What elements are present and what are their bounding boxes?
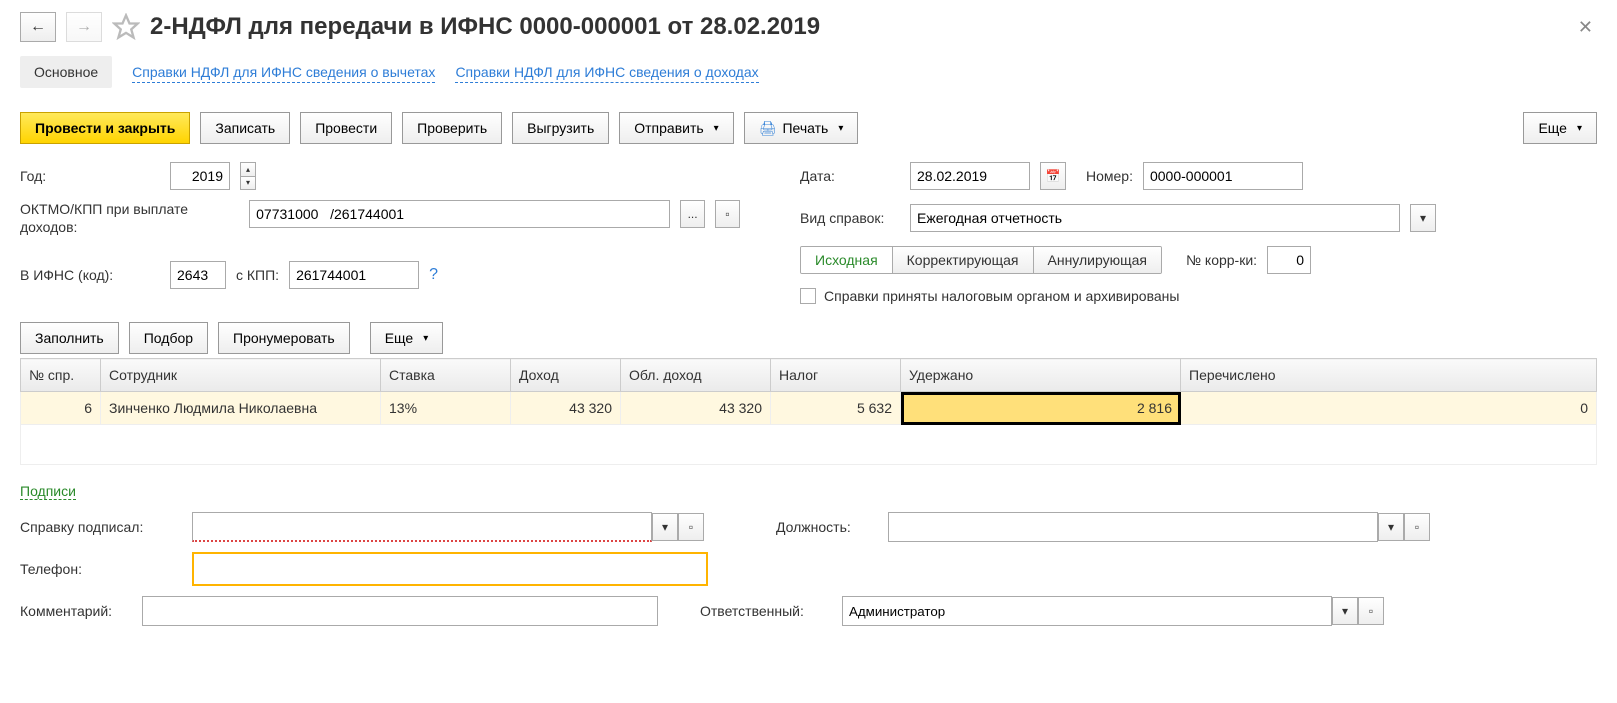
printer-icon: 🖨	[759, 120, 777, 137]
ifns-label: В ИФНС (код):	[20, 267, 160, 283]
check-button[interactable]: Проверить	[402, 112, 502, 144]
record-button[interactable]: Записать	[200, 112, 290, 144]
date-label: Дата:	[800, 168, 900, 184]
responsible-input[interactable]	[842, 596, 1332, 626]
signed-by-dropdown[interactable]: ▾	[652, 513, 678, 541]
signed-by-input[interactable]	[192, 512, 652, 542]
col-rate[interactable]: Ставка	[381, 359, 511, 392]
post-and-close-button[interactable]: Провести и закрыть	[20, 112, 190, 144]
oktmo-open-button[interactable]: ▫	[715, 200, 740, 228]
number-input[interactable]	[1143, 162, 1303, 190]
table-row[interactable]: 6 Зинченко Людмила Николаевна 13% 43 320…	[21, 392, 1597, 425]
oktmo-input[interactable]	[249, 200, 670, 228]
col-tax-income[interactable]: Обл. доход	[621, 359, 771, 392]
pick-button[interactable]: Подбор	[129, 322, 208, 354]
cell-employee[interactable]: Зинченко Людмила Николаевна	[101, 392, 381, 425]
forward-button[interactable]: →	[66, 12, 102, 42]
back-button[interactable]: ←	[20, 12, 56, 42]
responsible-dropdown[interactable]: ▾	[1332, 597, 1358, 625]
table-more-button[interactable]: Еще	[370, 322, 444, 354]
position-label: Должность:	[776, 519, 876, 535]
type-label: Вид справок:	[800, 210, 900, 226]
corr-label: № корр-ки:	[1186, 252, 1257, 268]
cell-income[interactable]: 43 320	[511, 392, 621, 425]
number-label: Номер:	[1086, 168, 1133, 184]
position-dropdown[interactable]: ▾	[1378, 513, 1404, 541]
kpp-input[interactable]	[289, 261, 419, 289]
print-button[interactable]: 🖨Печать	[744, 112, 859, 144]
cell-tax[interactable]: 5 632	[771, 392, 901, 425]
toggle-cancelling[interactable]: Аннулирующая	[1034, 247, 1162, 273]
responsible-label: Ответственный:	[700, 603, 830, 619]
report-type-toggle: Исходная Корректирующая Аннулирующая	[800, 246, 1162, 274]
help-icon[interactable]: ?	[429, 266, 438, 284]
type-dropdown-button[interactable]: ▾	[1410, 204, 1436, 232]
toggle-source[interactable]: Исходная	[801, 247, 893, 273]
tab-deductions-link[interactable]: Справки НДФЛ для ИФНС сведения о вычетах	[132, 62, 435, 83]
toggle-correcting[interactable]: Корректирующая	[893, 247, 1034, 273]
type-input[interactable]	[910, 204, 1400, 232]
cell-transferred[interactable]: 0	[1181, 392, 1597, 425]
tab-main[interactable]: Основное	[20, 56, 112, 88]
col-num[interactable]: № спр.	[21, 359, 101, 392]
send-button[interactable]: Отправить	[619, 112, 733, 144]
col-tax[interactable]: Налог	[771, 359, 901, 392]
corr-input[interactable]	[1267, 246, 1311, 274]
signatures-link[interactable]: Подписи	[20, 483, 76, 500]
ifns-input[interactable]	[170, 261, 226, 289]
comment-input[interactable]	[142, 596, 658, 626]
close-icon[interactable]: ✕	[1574, 13, 1597, 42]
comment-label: Комментарий:	[20, 603, 130, 619]
oktmo-label: ОКТМО/КПП при выплате доходов:	[20, 200, 239, 236]
archived-checkbox[interactable]	[800, 288, 816, 304]
fill-button[interactable]: Заполнить	[20, 322, 119, 354]
employees-table: № спр. Сотрудник Ставка Доход Обл. доход…	[20, 358, 1597, 465]
tab-income-link[interactable]: Справки НДФЛ для ИФНС сведения о доходах	[455, 62, 758, 83]
year-input[interactable]	[170, 162, 230, 190]
cell-tax-income[interactable]: 43 320	[621, 392, 771, 425]
col-employee[interactable]: Сотрудник	[101, 359, 381, 392]
more-button[interactable]: Еще	[1523, 112, 1597, 144]
position-input[interactable]	[888, 512, 1378, 542]
cell-num[interactable]: 6	[21, 392, 101, 425]
favorite-star-icon[interactable]	[112, 13, 140, 41]
date-input[interactable]	[910, 162, 1030, 190]
responsible-open[interactable]: ▫	[1358, 597, 1384, 625]
calendar-icon[interactable]: 📅	[1040, 162, 1066, 190]
kpp-label: с КПП:	[236, 267, 279, 283]
year-spinner[interactable]: ▴▾	[240, 162, 256, 190]
signed-by-label: Справку подписал:	[20, 519, 180, 535]
page-title: 2-НДФЛ для передачи в ИФНС 0000-000001 о…	[150, 13, 1564, 41]
col-transferred[interactable]: Перечислено	[1181, 359, 1597, 392]
col-income[interactable]: Доход	[511, 359, 621, 392]
col-withheld[interactable]: Удержано	[901, 359, 1181, 392]
archived-label: Справки приняты налоговым органом и архи…	[824, 288, 1179, 304]
year-label: Год:	[20, 168, 160, 184]
phone-input[interactable]	[192, 552, 708, 586]
renumber-button[interactable]: Пронумеровать	[218, 322, 350, 354]
export-button[interactable]: Выгрузить	[512, 112, 609, 144]
signed-by-open[interactable]: ▫	[678, 513, 704, 541]
phone-label: Телефон:	[20, 561, 180, 577]
post-button[interactable]: Провести	[300, 112, 392, 144]
position-open[interactable]: ▫	[1404, 513, 1430, 541]
oktmo-ellipsis-button[interactable]: ...	[680, 200, 705, 228]
cell-rate[interactable]: 13%	[381, 392, 511, 425]
table-empty-row	[21, 425, 1597, 465]
cell-withheld[interactable]: 2 816	[901, 392, 1181, 425]
